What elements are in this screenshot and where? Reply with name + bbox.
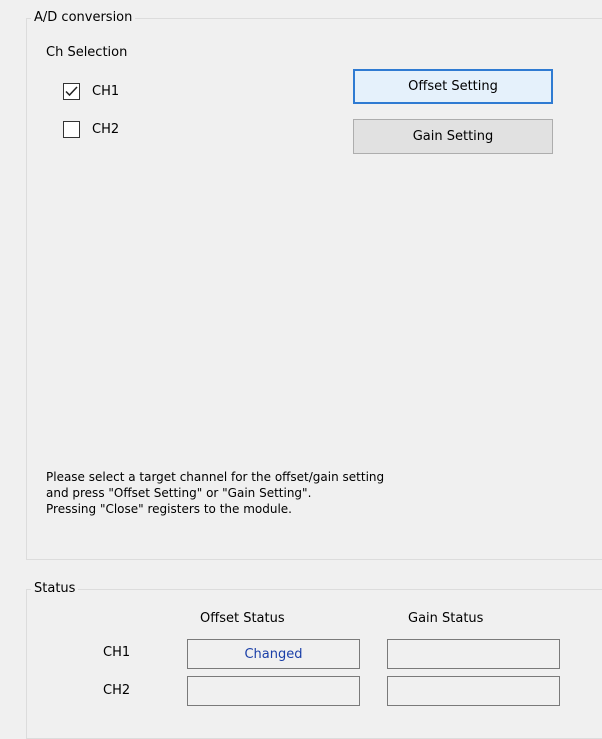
help-text-line-1: Please select a target channel for the o… xyxy=(46,470,385,484)
status-ch1-label: CH1 xyxy=(103,645,131,660)
help-text-line-2: and press "Offset Setting" or "Gain Sett… xyxy=(46,486,312,500)
gain-setting-button[interactable]: Gain Setting xyxy=(353,119,553,154)
status-ch2-label: CH2 xyxy=(103,683,131,698)
checkmark-icon xyxy=(65,86,78,97)
ch2-gain-status xyxy=(387,676,560,706)
ch-selection-label: Ch Selection xyxy=(46,45,128,60)
ch1-gain-status xyxy=(387,639,560,669)
ch2-checkbox-label[interactable]: CH2 xyxy=(92,122,119,138)
ch1-checkbox-label[interactable]: CH1 xyxy=(92,84,119,100)
ch1-offset-status: Changed xyxy=(187,639,360,669)
ch1-checkbox[interactable] xyxy=(63,83,80,100)
ad-conversion-title: A/D conversion xyxy=(31,10,136,26)
ch2-offset-status xyxy=(187,676,360,706)
offset-setting-button[interactable]: Offset Setting xyxy=(353,69,553,104)
offset-status-header: Offset Status xyxy=(200,611,285,626)
ch2-checkbox[interactable] xyxy=(63,121,80,138)
status-title: Status xyxy=(31,581,79,597)
gain-status-header: Gain Status xyxy=(408,611,484,626)
help-text-line-3: Pressing "Close" registers to the module… xyxy=(46,502,292,516)
